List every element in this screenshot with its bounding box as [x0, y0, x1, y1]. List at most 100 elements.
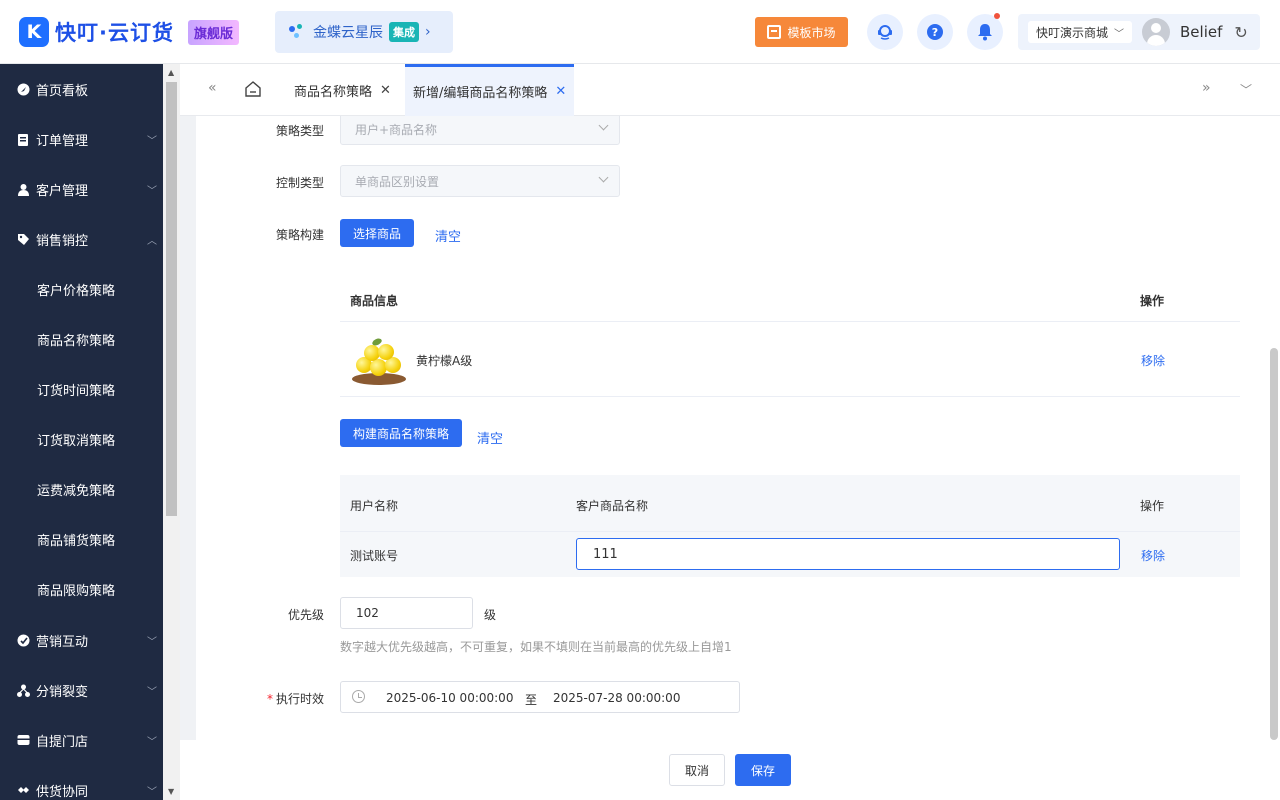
sidebar-item-label: 客户管理: [36, 183, 89, 199]
custom-goods-name-input[interactable]: 111: [576, 538, 1120, 570]
kingdee-integration-button[interactable]: 金蝶云星辰 集成 ›: [275, 11, 453, 53]
exec-time-label: * 执行时效: [256, 690, 324, 707]
svg-text:?: ?: [932, 26, 938, 39]
form-panel: 策略类型 用户+商品名称 控制类型 单商品区别设置 策略构建 选择商品 清空 商…: [196, 116, 1268, 740]
cancel-button[interactable]: 取消: [669, 754, 725, 786]
name-action-header: 操作: [1140, 499, 1165, 513]
avatar[interactable]: [1142, 18, 1171, 46]
chevron-down-icon: ﹀: [147, 686, 157, 698]
sidebar-subitem-label: 订货取消策略: [37, 433, 116, 449]
edition-badge: 旗舰版: [187, 19, 239, 45]
clock-icon: [352, 690, 365, 703]
supply-icon: [16, 783, 30, 797]
strategy-type-label: 策略类型: [275, 124, 324, 138]
marketing-icon: [16, 633, 30, 647]
priority-unit: 级: [484, 608, 497, 622]
refresh-icon[interactable]: ↻: [1234, 23, 1247, 42]
exec-date-range-picker[interactable]: 2025-06-10 00:00:00 至 2025-07-28 00:00:0…: [340, 681, 740, 713]
tabs-scroll-right-icon[interactable]: »: [1202, 80, 1211, 96]
top-bar: K 快叮·云订货 旗舰版 金蝶云星辰 集成 › 模板市场 ? 快叮演示商城 ﹀ …: [0, 0, 1280, 64]
user-name[interactable]: Belief: [1180, 23, 1222, 41]
close-icon[interactable]: ✕: [555, 84, 566, 99]
chevron-down-icon: ﹀: [147, 135, 157, 147]
sidebar-item-supply[interactable]: 供货协同 ﹀: [0, 765, 163, 800]
close-icon[interactable]: ✕: [380, 83, 391, 98]
sidebar-subitem-order-time[interactable]: 订货时间策略: [0, 364, 163, 414]
sidebar-subitem-distribution[interactable]: 商品铺货策略: [0, 514, 163, 564]
exec-start-date[interactable]: 2025-06-10 00:00:00: [386, 691, 513, 705]
select-goods-button[interactable]: 选择商品: [340, 219, 414, 247]
tab-label: 新增/编辑商品名称策略: [413, 86, 548, 101]
sidebar-item-label: 供货协同: [36, 784, 89, 800]
account-area: 快叮演示商城 ﹀ Belief ↻: [1018, 14, 1260, 50]
scrollbar-thumb[interactable]: [1270, 348, 1278, 740]
sidebar-subitem-order-cancel[interactable]: 订货取消策略: [0, 414, 163, 464]
store-icon: [16, 733, 30, 747]
user-name-header: 用户名称: [350, 499, 399, 513]
sidebar-item-orders[interactable]: 订单管理 ﹀: [0, 114, 163, 164]
priority-label: 优先级: [287, 608, 324, 622]
chevron-up-icon: ︿: [147, 235, 157, 247]
main-scrollbar[interactable]: [1268, 116, 1280, 740]
footer-actions: 取消 保存: [180, 740, 1280, 800]
sidebar-subitem-goods-name[interactable]: 商品名称策略: [0, 314, 163, 364]
goods-action-header: 操作: [1140, 294, 1165, 308]
custom-goods-name-value: 111: [593, 546, 618, 562]
sidebar-scrollbar[interactable]: ▲ ▼: [163, 64, 180, 800]
sidebar-subitem-label: 客户价格策略: [37, 283, 116, 299]
remove-goods-link[interactable]: 移除: [1141, 352, 1165, 369]
help-icon[interactable]: ?: [917, 14, 953, 50]
tabs-scroll-left-icon[interactable]: «: [208, 80, 217, 96]
scroll-down-arrow-icon[interactable]: ▼: [168, 787, 174, 796]
sidebar-item-customers[interactable]: 客户管理 ﹀: [0, 164, 163, 214]
save-button[interactable]: 保存: [735, 754, 791, 786]
sidebar-subitem-purchase-limit[interactable]: 商品限购策略: [0, 564, 163, 614]
sidebar-item-label: 销售销控: [36, 233, 89, 249]
notification-dot: [994, 13, 1000, 19]
sidebar-subitem-label: 商品铺货策略: [37, 533, 116, 549]
notification-bell-icon[interactable]: [967, 13, 1003, 50]
home-icon[interactable]: [244, 80, 262, 98]
divider: [340, 396, 1240, 397]
sidebar-item-distribution[interactable]: 分销裂变 ﹀: [0, 665, 163, 715]
logo[interactable]: K 快叮·云订货 旗舰版: [19, 17, 239, 47]
template-market-button[interactable]: 模板市场: [755, 17, 848, 47]
product-name: 黄柠檬A级: [416, 354, 473, 368]
priority-input[interactable]: 102: [340, 597, 473, 629]
store-name: 快叮演示商城: [1036, 25, 1109, 40]
date-range-separator: 至: [525, 693, 538, 707]
sidebar-item-pickup-store[interactable]: 自提门店 ﹀: [0, 715, 163, 765]
customer-icon: [16, 182, 30, 196]
chevron-down-icon: ﹀: [147, 185, 157, 197]
customer-service-icon[interactable]: [867, 14, 903, 50]
tabs-menu-chevron-icon[interactable]: ﹀: [1240, 81, 1252, 98]
scroll-up-arrow-icon[interactable]: ▲: [168, 68, 174, 77]
chevron-right-icon: ›: [425, 24, 431, 40]
clear-strategy-link[interactable]: 清空: [477, 428, 503, 447]
store-select[interactable]: 快叮演示商城 ﹀: [1028, 21, 1133, 43]
priority-hint: 数字越大优先级越高，不可重复，如果不填则在当前最高的优先级上自增1: [340, 640, 732, 654]
sidebar-item-dashboard[interactable]: 首页看板: [0, 64, 163, 114]
order-icon: [16, 132, 30, 146]
remove-row-link[interactable]: 移除: [1141, 547, 1165, 564]
sidebar-item-marketing[interactable]: 营销互动 ﹀: [0, 615, 163, 665]
sidebar-item-label: 首页看板: [36, 83, 89, 99]
goods-info-header: 商品信息: [350, 294, 399, 308]
chevron-down-icon: [598, 120, 609, 131]
build-goods-name-strategy-button[interactable]: 构建商品名称策略: [340, 419, 462, 447]
exec-end-date[interactable]: 2025-07-28 00:00:00: [553, 691, 680, 705]
priority-value: 102: [356, 606, 379, 620]
tag-icon: [16, 232, 30, 246]
sidebar-subitem-customer-price[interactable]: 客户价格策略: [0, 264, 163, 314]
logo-text: 快叮·云订货: [55, 21, 174, 45]
strategy-type-select: 用户+商品名称: [340, 116, 620, 145]
custom-name-header: 客户商品名称: [576, 499, 649, 513]
scrollbar-thumb[interactable]: [166, 82, 177, 516]
sidebar-item-sales-control[interactable]: 销售销控 ︿: [0, 214, 163, 264]
clear-goods-link[interactable]: 清空: [435, 226, 461, 245]
sidebar-subitem-freight[interactable]: 运费减免策略: [0, 464, 163, 514]
sidebar-item-label: 营销互动: [36, 634, 89, 650]
tab-goods-name-strategy[interactable]: 商品名称策略 ✕: [286, 64, 399, 116]
chevron-down-icon: ﹀: [147, 636, 157, 648]
tab-edit-goods-name-strategy[interactable]: 新增/编辑商品名称策略 ✕: [405, 64, 575, 116]
